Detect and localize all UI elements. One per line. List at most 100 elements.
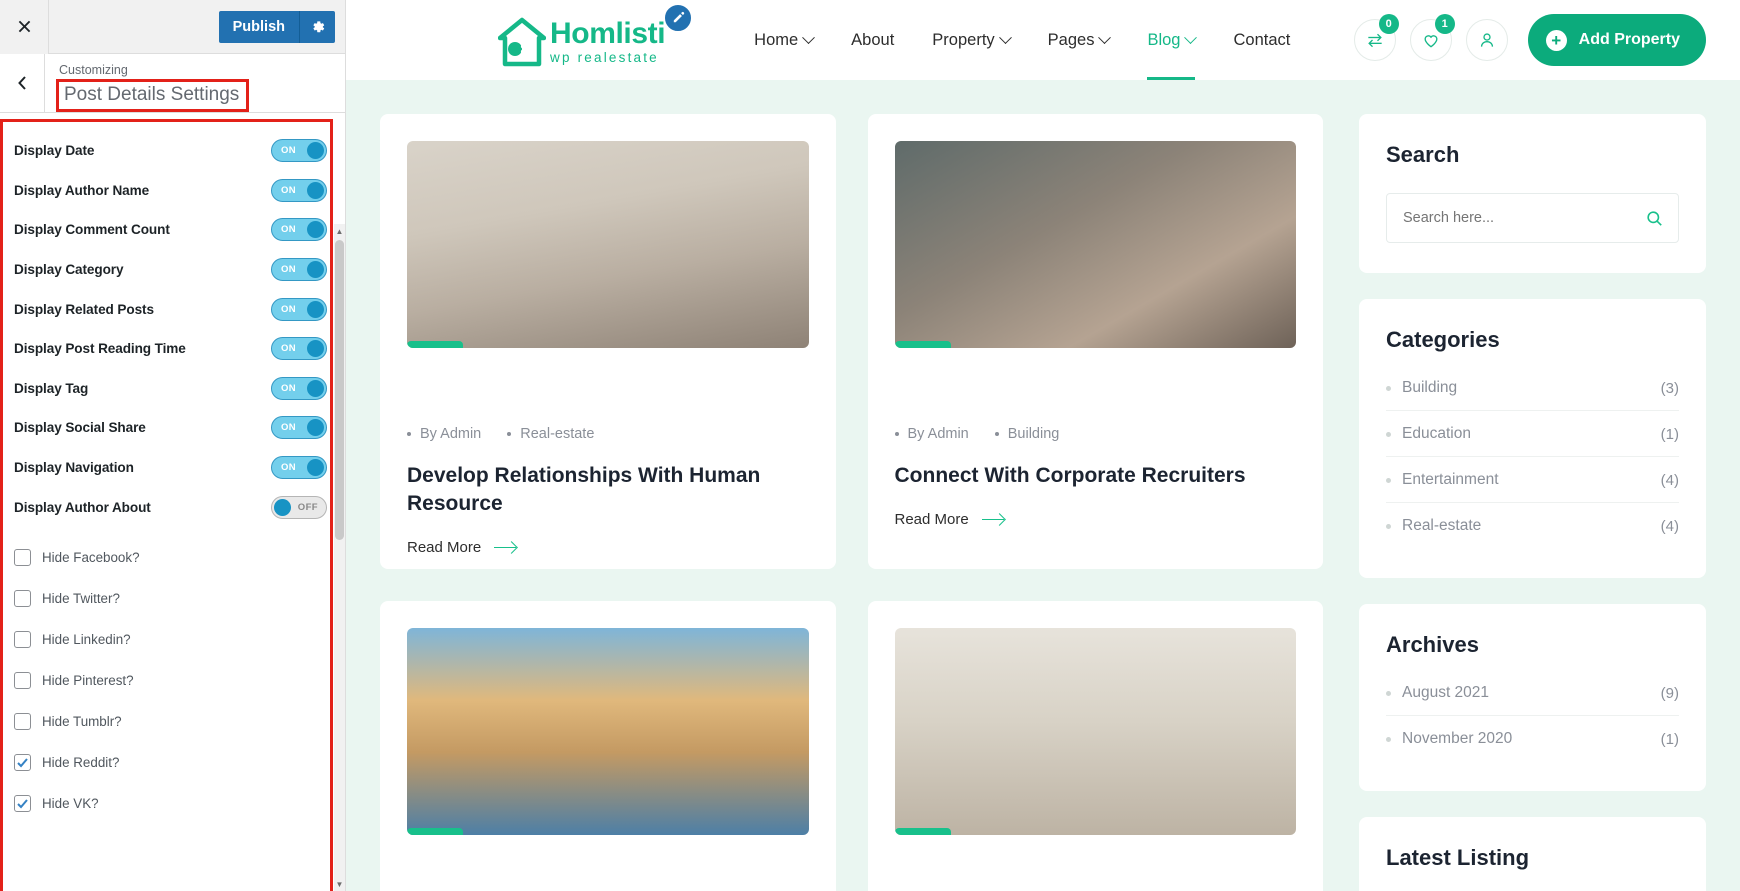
post-date-badge: 13Aug xyxy=(407,828,463,835)
toggle-knob xyxy=(307,419,324,437)
heart-icon[interactable]: 1 xyxy=(1409,14,1455,61)
checkbox-row[interactable]: Hide Linkedin? xyxy=(14,619,327,660)
toggle-switch[interactable]: OFF xyxy=(271,495,327,519)
bullet-icon xyxy=(407,432,411,436)
search-widget: Search xyxy=(1359,114,1706,273)
checkbox-icon[interactable] xyxy=(14,671,31,689)
nav-item-home[interactable]: Home xyxy=(735,0,832,80)
checkbox-label: Hide Linkedin? xyxy=(42,631,131,647)
checkbox-icon[interactable] xyxy=(14,794,31,812)
nav-item-pages[interactable]: Pages xyxy=(1029,0,1129,80)
category-list-item[interactable]: Education (1) xyxy=(1386,411,1679,457)
nav-item-about[interactable]: About xyxy=(832,0,913,80)
blog-post-card[interactable]: 13Aug xyxy=(867,601,1323,891)
wordpress-customizer-panel: Publish Customizing Post Details Setting… xyxy=(0,0,346,891)
post-author: By Admin xyxy=(407,426,481,442)
checkbox-row[interactable]: Hide Twitter? xyxy=(14,578,327,619)
header-actions: 0 1 + Add Property xyxy=(1353,14,1706,66)
post-author-label: By Admin xyxy=(907,426,969,442)
read-more-link[interactable]: Read More xyxy=(895,511,1297,528)
category-list-item[interactable]: Building (3) xyxy=(1386,365,1679,411)
chevron-down-icon xyxy=(802,30,816,44)
social-hide-checkbox-list: Hide Facebook? Hide Twitter? Hide Linkedin… xyxy=(0,527,345,824)
toggle-switch[interactable]: ON xyxy=(271,416,327,440)
post-thumbnail[interactable]: 13Aug xyxy=(407,141,809,348)
page-content: 13Aug By Admin Real-estate Develop Relation… xyxy=(346,80,1740,891)
toggle-switch[interactable]: ON xyxy=(271,218,327,242)
edit-pencil-icon[interactable] xyxy=(663,3,694,33)
nav-item-property[interactable]: Property xyxy=(913,0,1028,80)
checkbox-icon[interactable] xyxy=(14,712,31,730)
compare-icon[interactable]: 0 xyxy=(1353,14,1399,61)
archive-list-item[interactable]: August 2021 (9) xyxy=(1386,670,1679,716)
toggle-switch[interactable]: ON xyxy=(271,258,327,282)
post-title[interactable]: Connect With Corporate Recruiters xyxy=(895,462,1297,490)
toggle-switch[interactable]: ON xyxy=(271,139,327,163)
categories-widget: Categories Building (3) Education (1) Entert… xyxy=(1359,299,1706,578)
blog-post-card[interactable]: 13Aug xyxy=(380,601,836,891)
compare-badge: 0 xyxy=(1378,14,1399,34)
add-property-button[interactable]: + Add Property xyxy=(1527,14,1706,66)
site-logo[interactable]: Homlisti wp realestate xyxy=(497,3,694,67)
toggle-switch[interactable]: ON xyxy=(271,376,327,400)
toggle-row: Display Tag ON xyxy=(14,369,327,409)
user-icon[interactable] xyxy=(1465,19,1508,61)
checkbox-row[interactable]: Hide Facebook? xyxy=(14,537,327,578)
close-icon[interactable] xyxy=(0,0,49,54)
post-category[interactable]: Building xyxy=(994,426,1059,442)
back-chevron-icon[interactable] xyxy=(0,54,45,112)
checkbox-icon[interactable] xyxy=(14,630,31,648)
list-item-count: (1) xyxy=(1660,730,1679,748)
toggle-switch[interactable]: ON xyxy=(271,178,327,202)
toggle-row: Display Author Name ON xyxy=(14,171,327,211)
checkbox-row[interactable]: Hide Reddit? xyxy=(14,742,327,783)
toggle-row: Display Category ON xyxy=(14,250,327,290)
list-item-count: (9) xyxy=(1660,684,1679,702)
toggle-row: Display Related Posts ON xyxy=(14,289,327,329)
toggle-knob xyxy=(307,142,324,160)
checkbox-label: Hide Twitter? xyxy=(42,590,120,606)
nav-item-label: Contact xyxy=(1233,30,1291,49)
scroll-up-arrow-icon[interactable]: ▲ xyxy=(334,224,345,238)
scrollbar-thumb[interactable] xyxy=(335,240,344,540)
read-more-link[interactable]: Read More xyxy=(407,539,809,556)
list-item-label: Entertainment xyxy=(1402,471,1499,488)
scroll-down-arrow-icon[interactable]: ▼ xyxy=(334,877,345,891)
list-item-left: Education xyxy=(1386,425,1471,443)
customizer-topbar: Publish xyxy=(0,0,345,54)
post-category[interactable]: Real-estate xyxy=(507,426,594,442)
post-thumbnail[interactable]: 13Aug xyxy=(407,628,809,835)
nav-item-contact[interactable]: Contact xyxy=(1214,0,1309,80)
chevron-down-icon xyxy=(998,30,1012,44)
post-thumbnail[interactable]: 13Aug xyxy=(894,628,1296,835)
publish-button[interactable]: Publish xyxy=(218,10,299,43)
checkbox-row[interactable]: Hide VK? xyxy=(14,783,327,824)
chevron-down-icon xyxy=(1184,30,1198,44)
category-list-item[interactable]: Entertainment (4) xyxy=(1386,457,1679,503)
archive-list-item[interactable]: November 2020 (1) xyxy=(1386,716,1679,761)
wishlist-badge: 1 xyxy=(1434,14,1455,34)
checkbox-row[interactable]: Hide Pinterest? xyxy=(14,660,327,701)
checkbox-icon[interactable] xyxy=(14,589,31,607)
checkbox-row[interactable]: Hide Tumblr? xyxy=(14,701,327,742)
search-icon[interactable] xyxy=(1630,194,1678,242)
post-title[interactable]: Develop Relationships With Human Resourc… xyxy=(407,462,809,518)
nav-item-blog[interactable]: Blog xyxy=(1128,0,1214,80)
blog-post-card[interactable]: 13Aug By Admin Building Connect With Corpor… xyxy=(867,114,1323,569)
search-input[interactable] xyxy=(1387,194,1630,242)
post-thumbnail[interactable]: 13Aug xyxy=(894,141,1296,348)
customizer-scrollbar[interactable]: ▲ ▼ xyxy=(334,224,345,891)
toggle-label: Display Category xyxy=(14,262,124,278)
category-list-item[interactable]: Real-estate (4) xyxy=(1386,503,1679,548)
customizer-controls-body: Display Date ON Display Author Name ON Displ… xyxy=(0,113,345,891)
blog-post-card[interactable]: 13Aug By Admin Real-estate Develop Relation… xyxy=(380,114,836,569)
toggle-knob xyxy=(274,498,291,516)
toggle-switch[interactable]: ON xyxy=(271,456,327,480)
checkbox-icon[interactable] xyxy=(14,548,31,566)
list-item-label: November 2020 xyxy=(1402,730,1513,747)
toggle-switch[interactable]: ON xyxy=(271,337,327,361)
toggle-switch[interactable]: ON xyxy=(271,297,327,321)
search-box[interactable] xyxy=(1386,193,1679,243)
gear-icon[interactable] xyxy=(299,10,335,43)
checkbox-icon[interactable] xyxy=(14,753,31,771)
